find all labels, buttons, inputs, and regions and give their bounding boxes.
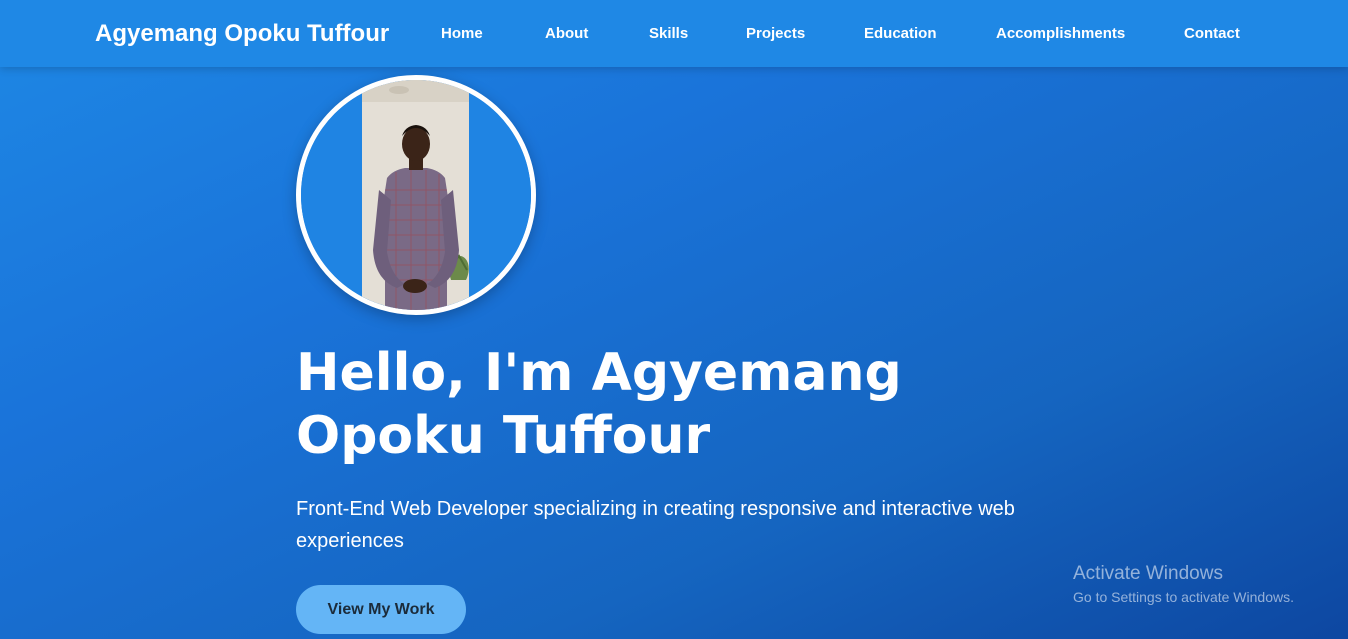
navbar: Agyemang Opoku Tuffour Home About Skills… — [0, 0, 1348, 67]
watermark-title: Activate Windows — [1073, 563, 1223, 584]
hero-subtitle: Front-End Web Developer specializing in … — [296, 498, 1015, 552]
brand-logo-text[interactable]: Agyemang Opoku Tuffour — [95, 20, 389, 48]
nav-link-accomplishments[interactable]: Accomplishments — [996, 25, 1125, 42]
watermark-subtitle: Go to Settings to activate Windows. — [1073, 589, 1294, 605]
activate-windows-watermark: Activate Windows Go to Settings to activ… — [1073, 563, 1294, 607]
nav-link-home[interactable]: Home — [441, 25, 483, 42]
profile-photo — [296, 75, 536, 315]
nav-link-skills[interactable]: Skills — [649, 25, 688, 42]
profile-photo-icon — [301, 80, 531, 310]
nav-link-contact[interactable]: Contact — [1184, 25, 1240, 42]
nav-link-projects[interactable]: Projects — [746, 25, 805, 42]
view-my-work-button[interactable]: View My Work — [296, 585, 466, 634]
nav-link-education[interactable]: Education — [864, 25, 937, 42]
hero-title: Hello, I'm Agyemang Opoku Tuffour — [296, 343, 902, 466]
nav-link-about[interactable]: About — [545, 25, 588, 42]
